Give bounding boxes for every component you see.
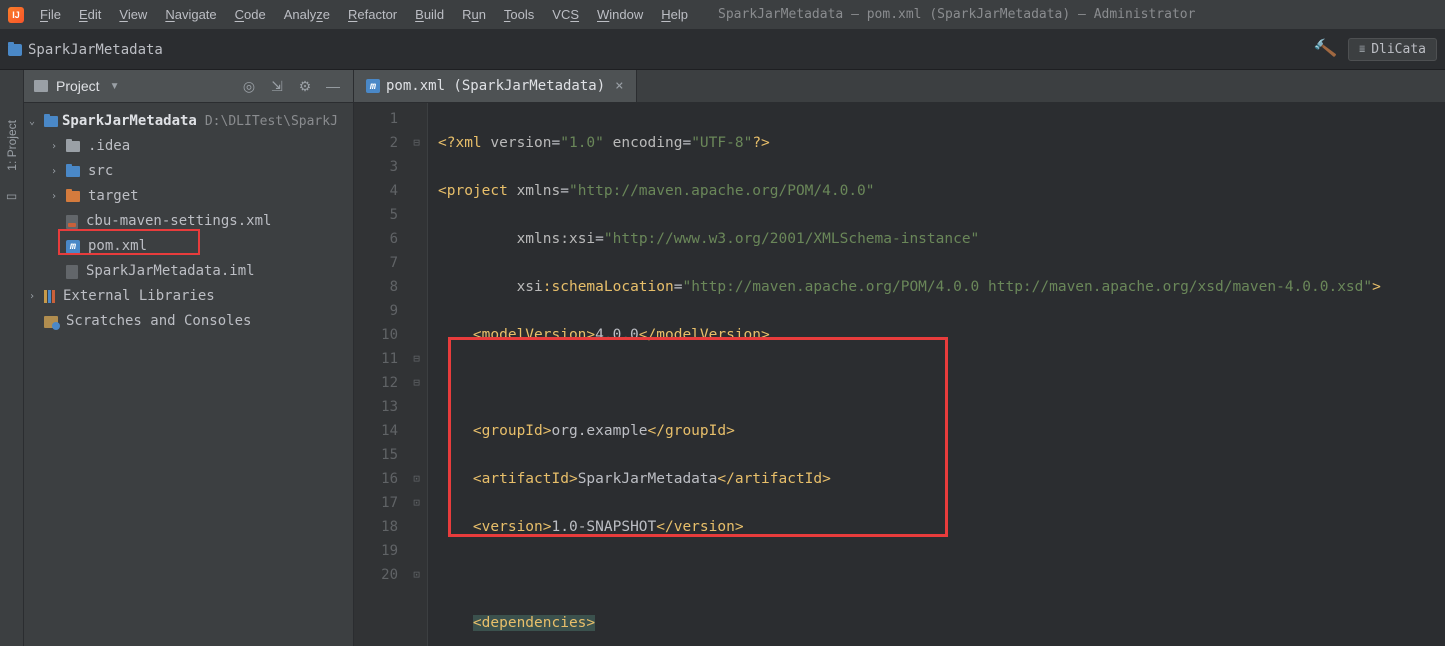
chevron-down-icon[interactable]: ▼ (110, 81, 120, 92)
menu-window[interactable]: Window (589, 4, 651, 25)
tree-label: External Libraries (63, 284, 215, 309)
expander-icon[interactable]: ⌄ (24, 109, 40, 134)
menu-navigate[interactable]: Navigate (157, 4, 224, 25)
xml-file-icon (66, 215, 78, 229)
fold-gutter: ⊟⊟⊟⊡⊡⊡ (406, 103, 428, 646)
tree-label: cbu-maven-settings.xml (86, 209, 271, 234)
libraries-icon (44, 290, 55, 303)
tree-item-external-libraries[interactable]: › External Libraries (24, 284, 353, 309)
iml-file-icon (66, 265, 78, 279)
breadcrumb-project: SparkJarMetadata (28, 42, 163, 58)
tree-label: src (88, 159, 113, 184)
settings-gear-icon[interactable]: ⚙ (295, 78, 315, 95)
menu-code[interactable]: Code (227, 4, 274, 25)
menu-refactor[interactable]: Refactor (340, 4, 405, 25)
editor-area: m pom.xml (SparkJarMetadata) × 123456789… (354, 70, 1445, 646)
tab-label: pom.xml (SparkJarMetadata) (386, 78, 605, 94)
run-config-label: DliCata (1371, 42, 1426, 57)
excluded-folder-icon (66, 191, 80, 202)
tree-root-name: SparkJarMetadata (62, 109, 197, 134)
expand-all-icon[interactable]: ⇲ (267, 78, 287, 95)
menubar: IJ File Edit View Navigate Code Analyze … (0, 0, 1445, 30)
tree-item-pom[interactable]: m pom.xml (24, 234, 353, 259)
menu-analyze[interactable]: Analyze (276, 4, 338, 25)
editor-tab-pom[interactable]: m pom.xml (SparkJarMetadata) × (354, 70, 637, 102)
expander-icon[interactable]: › (46, 184, 62, 209)
tree-label: target (88, 184, 139, 209)
tree-item-target[interactable]: › target (24, 184, 353, 209)
tree-root[interactable]: ⌄ SparkJarMetadata D:\DLITest\SparkJ (24, 109, 353, 134)
navigation-bar: SparkJarMetadata 🔨 ≣ DliCata (0, 30, 1445, 70)
maven-file-icon: m (66, 240, 80, 254)
project-header-icon (34, 80, 48, 92)
menu-file[interactable]: File (32, 4, 69, 25)
project-panel-title[interactable]: Project (56, 78, 100, 94)
line-number-gutter: 1234567891011121314151617181920 (354, 103, 406, 646)
tree-item-iml[interactable]: SparkJarMetadata.iml (24, 259, 353, 284)
maven-file-icon: m (366, 79, 380, 93)
menu-edit[interactable]: Edit (71, 4, 109, 25)
structure-tool-icon[interactable]: ▭ (6, 189, 17, 203)
close-tab-icon[interactable]: × (615, 78, 623, 94)
editor-body[interactable]: 1234567891011121314151617181920 ⊟⊟⊟⊡⊡⊡ <… (354, 103, 1445, 646)
tree-label: Scratches and Consoles (66, 309, 251, 334)
tree-label: pom.xml (88, 234, 147, 259)
tree-root-path: D:\DLITest\SparkJ (205, 109, 338, 134)
expander-icon[interactable]: › (24, 284, 40, 309)
locate-icon[interactable]: ◎ (239, 78, 259, 95)
tree-label: .idea (88, 134, 130, 159)
project-panel-header: Project ▼ ◎ ⇲ ⚙ — (24, 70, 353, 103)
window-context: SparkJarMetadata – pom.xml (SparkJarMeta… (718, 7, 1195, 22)
code-area[interactable]: <?xml version="1.0" encoding="UTF-8"?> <… (428, 103, 1445, 646)
menu-build[interactable]: Build (407, 4, 452, 25)
source-folder-icon (66, 166, 80, 177)
tree-label: SparkJarMetadata.iml (86, 259, 255, 284)
module-folder-icon (44, 116, 58, 127)
bars-icon: ≣ (1359, 45, 1365, 55)
tree-item-cbu-settings[interactable]: cbu-maven-settings.xml (24, 209, 353, 234)
tree-item-idea[interactable]: › .idea (24, 134, 353, 159)
app-logo-icon: IJ (8, 7, 24, 23)
project-tree[interactable]: ⌄ SparkJarMetadata D:\DLITest\SparkJ › .… (24, 103, 353, 340)
project-tool-button[interactable]: 1: Project (5, 120, 19, 171)
project-panel: Project ▼ ◎ ⇲ ⚙ — ⌄ SparkJarMetadata D:\… (24, 70, 354, 646)
menu-vcs[interactable]: VCS (544, 4, 587, 25)
editor-tabbar: m pom.xml (SparkJarMetadata) × (354, 70, 1445, 103)
expander-icon[interactable]: › (46, 159, 62, 184)
tree-item-scratches[interactable]: Scratches and Consoles (24, 309, 353, 334)
hide-panel-icon[interactable]: — (323, 78, 343, 94)
menu-help[interactable]: Help (653, 4, 696, 25)
project-folder-icon (8, 44, 22, 56)
scratches-icon (44, 316, 58, 328)
folder-icon (66, 141, 80, 152)
build-icon[interactable]: 🔨 (1312, 37, 1338, 62)
menu-run[interactable]: Run (454, 4, 494, 25)
run-config-selector[interactable]: ≣ DliCata (1348, 38, 1437, 61)
tree-item-src[interactable]: › src (24, 159, 353, 184)
breadcrumb[interactable]: SparkJarMetadata (8, 42, 163, 58)
tool-window-stripe-left: 1: Project ▭ (0, 70, 24, 646)
menu-tools[interactable]: Tools (496, 4, 542, 25)
expander-icon[interactable]: › (46, 134, 62, 159)
menu-view[interactable]: View (111, 4, 155, 25)
